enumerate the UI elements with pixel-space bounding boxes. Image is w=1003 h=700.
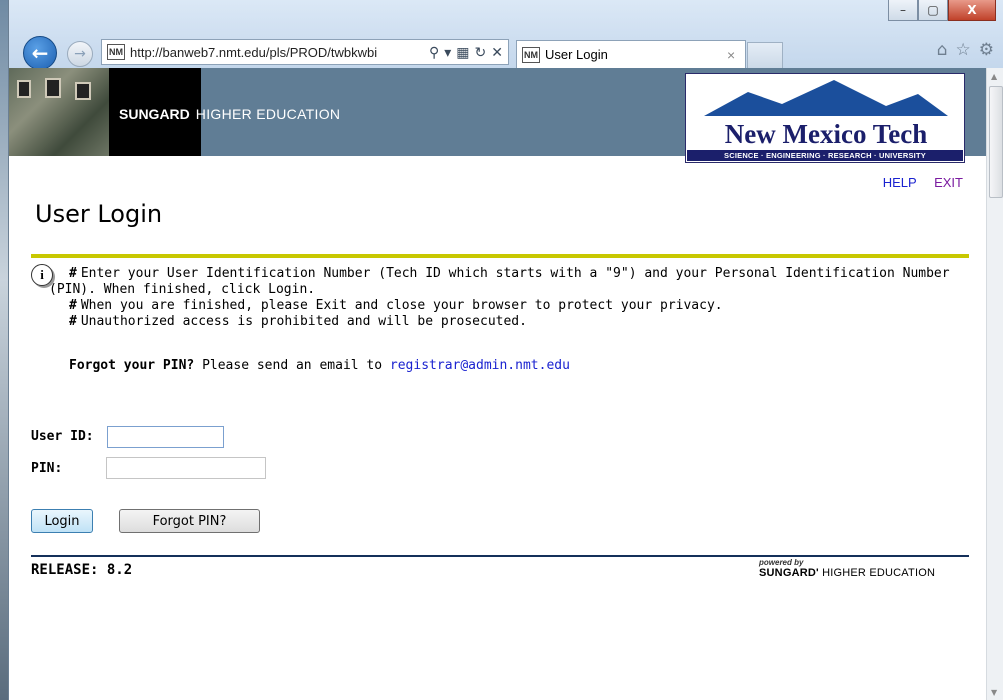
- address-url[interactable]: http://banweb7.nmt.edu/pls/PROD/twbkwbi: [130, 45, 429, 60]
- address-bar-icons: ⚲ ▾ ▦ ↻ ✕: [429, 44, 508, 61]
- site-favicon-icon: NM: [107, 44, 125, 60]
- info-line: (PIN). When finished, click Login.: [49, 282, 316, 297]
- scroll-thumb[interactable]: [989, 86, 1003, 198]
- powered-by-text: powered by: [759, 558, 804, 567]
- new-tab-button[interactable]: [747, 42, 783, 68]
- close-window-button[interactable]: X: [948, 0, 996, 21]
- browser-toolbar: – ▢ X ← → NM http://banweb7.nmt.edu/pls/…: [9, 0, 1003, 70]
- pin-input[interactable]: [106, 457, 266, 479]
- favorites-star-icon[interactable]: ☆: [956, 40, 971, 60]
- sungard-banner-logo: SUNGARD HIGHER EDUCATION: [119, 106, 340, 122]
- info-line: # Unauthorized access is prohibited and w…: [69, 314, 527, 329]
- nmt-logo-name: New Mexico Tech: [724, 119, 928, 149]
- campus-photo: [9, 68, 109, 156]
- browser-window: – ▢ X ← → NM http://banweb7.nmt.edu/pls/…: [8, 0, 1003, 700]
- vertical-scrollbar[interactable]: ▲ ▼: [986, 68, 1003, 700]
- forgot-pin-note: Forgot your PIN? Please send an email to…: [69, 358, 570, 373]
- footer-divider: [31, 555, 969, 557]
- top-links: HELP EXIT: [869, 175, 963, 190]
- tab-user-login[interactable]: NM User Login ×: [516, 40, 746, 68]
- powered-by-logo: powered by SUNGARD' HIGHER EDUCATION: [759, 558, 935, 579]
- search-icon[interactable]: ⚲: [429, 44, 439, 61]
- back-button[interactable]: ←: [23, 36, 57, 70]
- window-controls: – ▢ X: [888, 0, 996, 22]
- powered-by-brand: SUNGARD' HIGHER EDUCATION: [759, 567, 936, 579]
- info-line: # When you are finished, please Exit and …: [69, 298, 723, 313]
- minimize-button[interactable]: –: [888, 0, 918, 21]
- forgot-pin-heading: Forgot your PIN?: [69, 358, 195, 373]
- dropdown-icon[interactable]: ▾: [444, 44, 451, 61]
- userid-label: User ID:: [31, 429, 94, 444]
- nmt-logo-tagline: SCIENCE · ENGINEERING · RESEARCH · UNIVE…: [687, 150, 963, 161]
- page-content: SUNGARD HIGHER EDUCATION New Mexico Tech …: [9, 68, 987, 700]
- registrar-email-link[interactable]: registrar@admin.nmt.edu: [390, 358, 570, 373]
- release-version: RELEASE: 8.2: [31, 562, 133, 578]
- tab-favicon-icon: NM: [522, 46, 540, 63]
- exit-link[interactable]: EXIT: [934, 175, 963, 190]
- title-divider: [31, 254, 969, 258]
- header-banner: SUNGARD HIGHER EDUCATION New Mexico Tech …: [9, 68, 987, 163]
- forgot-pin-text: Please send an email to: [202, 358, 383, 373]
- info-text: # Enter your User Identification Number (…: [35, 266, 975, 330]
- help-link[interactable]: HELP: [883, 175, 917, 190]
- sungard-brand-bold: SUNGARD: [119, 106, 190, 122]
- scroll-down-icon[interactable]: ▼: [991, 688, 997, 697]
- stop-icon[interactable]: ✕: [491, 44, 503, 61]
- page-title: User Login: [35, 200, 163, 228]
- arrow-left-icon: ←: [31, 41, 49, 65]
- forward-button[interactable]: →: [67, 41, 93, 67]
- scroll-up-icon[interactable]: ▲: [991, 72, 997, 81]
- address-bar[interactable]: NM http://banweb7.nmt.edu/pls/PROD/twbkw…: [101, 39, 509, 65]
- tab-title: User Login: [545, 47, 608, 62]
- maximize-button[interactable]: ▢: [918, 0, 948, 21]
- forgot-pin-button[interactable]: Forgot PIN?: [119, 509, 260, 533]
- refresh-icon[interactable]: ↻: [475, 44, 487, 61]
- login-button[interactable]: Login: [31, 509, 93, 533]
- userid-input[interactable]: [107, 426, 224, 448]
- home-icon[interactable]: ⌂: [937, 40, 948, 60]
- arrow-right-icon: →: [74, 46, 86, 62]
- nmt-logo: New Mexico Tech SCIENCE · ENGINEERING · …: [685, 73, 965, 163]
- tab-close-icon[interactable]: ×: [727, 47, 745, 63]
- settings-gear-icon[interactable]: ⚙: [979, 40, 994, 60]
- pin-label: PIN:: [31, 461, 63, 476]
- info-line: # Enter your User Identification Number (…: [69, 266, 950, 281]
- browser-icons: ⌂ ☆ ⚙: [937, 40, 994, 60]
- sungard-brand-rest: HIGHER EDUCATION: [195, 106, 341, 122]
- mountains-icon: [704, 80, 948, 116]
- compatibility-view-icon[interactable]: ▦: [456, 44, 469, 61]
